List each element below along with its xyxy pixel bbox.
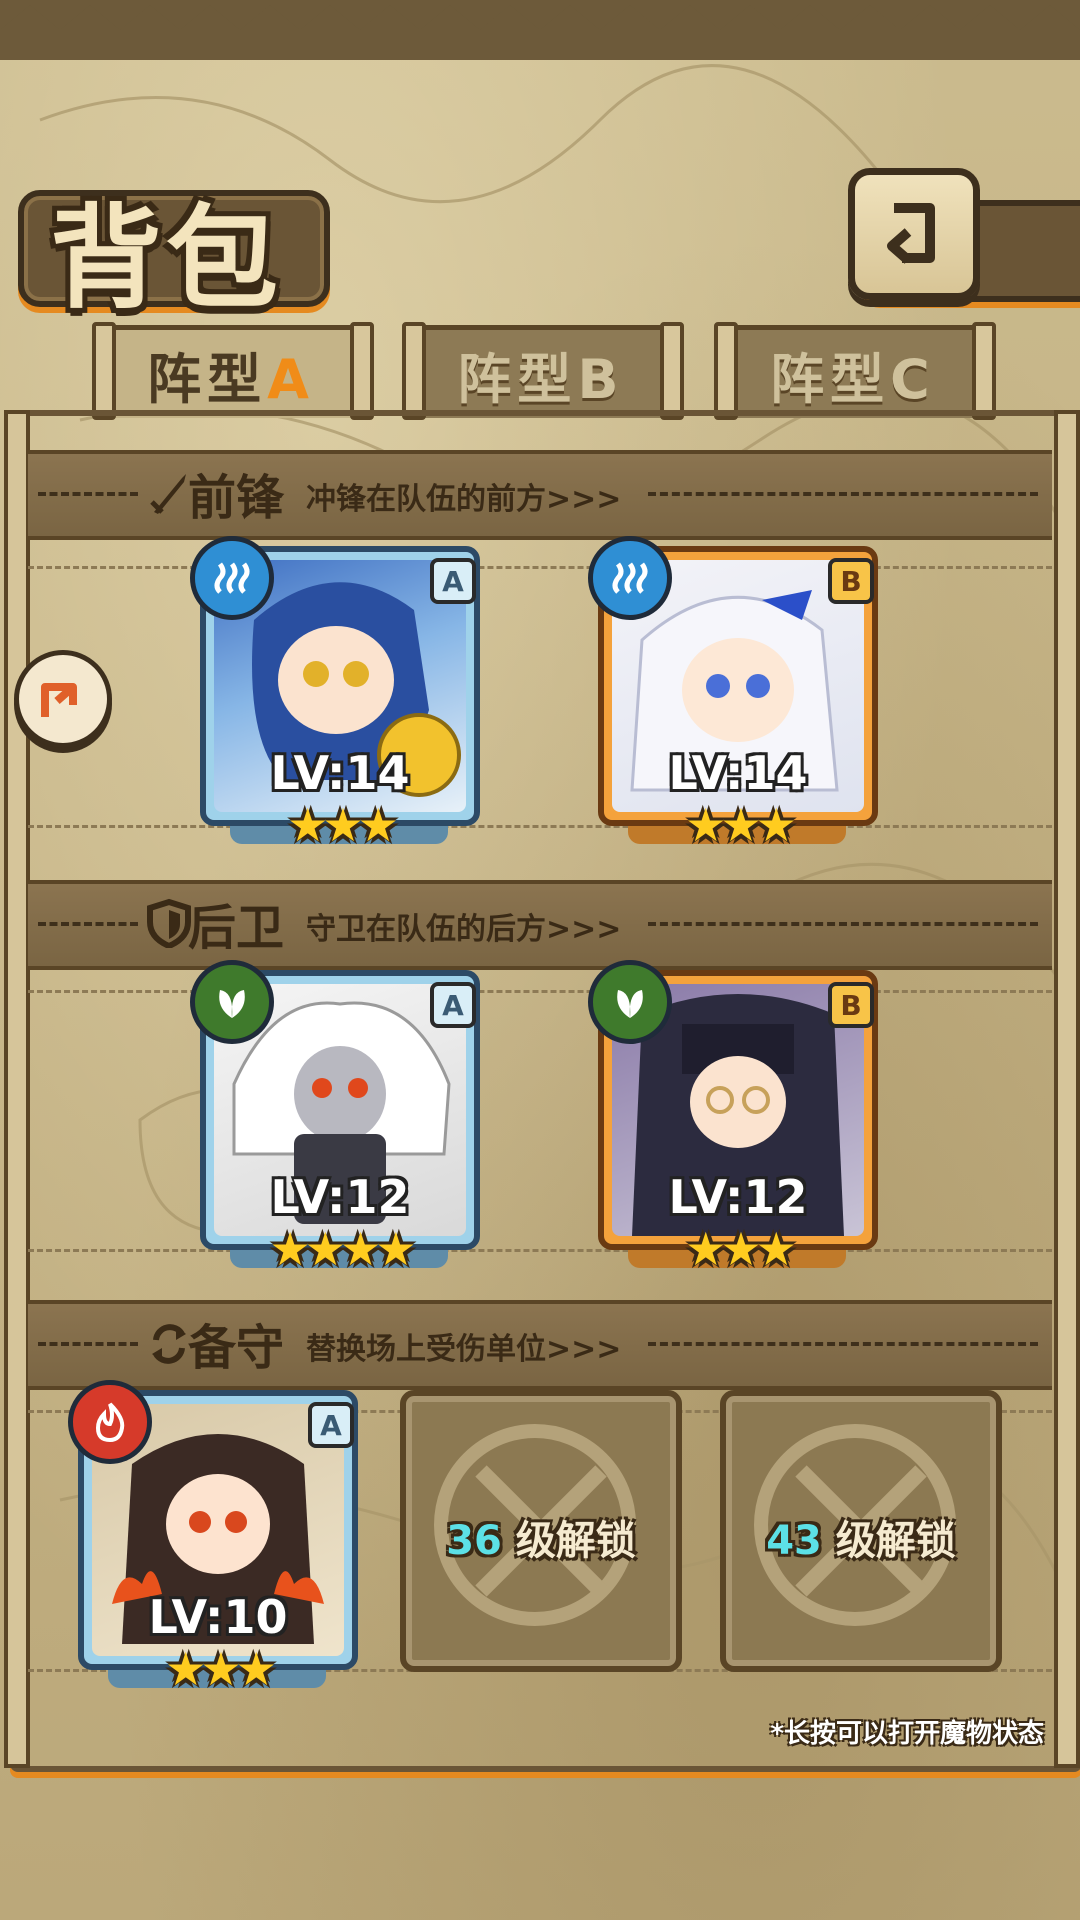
sword-icon (150, 474, 186, 514)
rank-badge: A (430, 982, 476, 1028)
locked-slot-2[interactable]: 43 级解锁 (720, 1390, 1002, 1672)
unlock-text: 级解锁 (835, 1518, 956, 1564)
unit-level: LV:14 (270, 746, 410, 800)
panel-rail-right (1054, 410, 1080, 1768)
arrow-icon (41, 683, 77, 717)
rank-badge: A (430, 558, 476, 604)
section-front-title: 前锋 (188, 470, 285, 526)
rank-badge: A (308, 1402, 354, 1448)
tab-label: 阵型 (147, 347, 268, 411)
unit-stars: ★★★ (685, 798, 797, 852)
tab-label: 阵型 (457, 347, 578, 411)
row-band (28, 566, 1052, 828)
leaf-icon (588, 960, 672, 1044)
unit-level: LV:14 (668, 746, 808, 800)
section-rear-title: 后卫 (188, 900, 285, 956)
unlock-level: 43 (766, 1518, 822, 1564)
section-reserve-title: 备守 (188, 1320, 285, 1376)
row-band (28, 990, 1052, 1252)
tab-label: 阵型 (770, 347, 891, 411)
panel-rail-left (4, 410, 30, 1768)
section-reserve-desc: 替换场上受伤单位>>> (306, 1332, 622, 1367)
side-expand-button[interactable] (14, 650, 112, 748)
tab-formation-b[interactable]: 阵型B (410, 325, 672, 418)
section-rear-desc: 守卫在队伍的后方>>> (306, 912, 622, 947)
leaf-icon (190, 960, 274, 1044)
section-front-bar: 前锋 冲锋在队伍的前方>>> (28, 450, 1052, 540)
tab-formation-a[interactable]: 阵型A (100, 325, 362, 418)
water-icon (190, 536, 274, 620)
page-title: 背包 (50, 194, 282, 324)
back-button[interactable] (848, 168, 980, 300)
unlock-text: 级解锁 (515, 1518, 636, 1564)
unit-stars: ★★★ (685, 1222, 797, 1276)
unit-level: LV:12 (668, 1170, 808, 1224)
section-rear-bar: 后卫 守卫在队伍的后方>>> (28, 880, 1052, 970)
tab-letter: C (890, 347, 936, 411)
tab-formation-c[interactable]: 阵型C (722, 325, 984, 418)
unit-stars: ★★★ (165, 1642, 277, 1696)
fire-icon (68, 1380, 152, 1464)
section-front-desc: 冲锋在队伍的前方>>> (306, 482, 622, 517)
tab-post (714, 322, 738, 420)
tab-post (350, 322, 374, 420)
unit-stars: ★★★★ (269, 1222, 417, 1276)
unit-stars: ★★★ (287, 798, 399, 852)
water-icon (588, 536, 672, 620)
rank-badge: B (828, 982, 874, 1028)
tab-post (660, 322, 684, 420)
shield-icon (147, 898, 191, 948)
tab-letter: A (267, 347, 315, 411)
tab-post (972, 322, 996, 420)
long-press-hint: *长按可以打开魔物状态 (770, 1719, 1044, 1749)
tab-post (402, 322, 426, 420)
unlock-level: 36 (446, 1518, 502, 1564)
swap-arrows-icon (152, 1324, 186, 1364)
return-arrow-icon (887, 203, 935, 264)
unit-level: LV:10 (148, 1590, 288, 1644)
unit-level: LV:12 (270, 1170, 410, 1224)
locked-slot-1[interactable]: 36 级解锁 (400, 1390, 682, 1672)
tab-letter: B (577, 347, 625, 411)
rank-badge: B (828, 558, 874, 604)
tab-post (92, 322, 116, 420)
section-reserve-bar: 备守 替换场上受伤单位>>> (28, 1300, 1052, 1390)
